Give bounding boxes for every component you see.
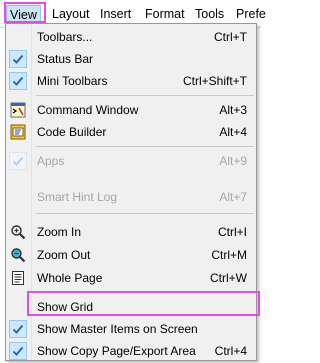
menu-item-toolbars[interactable]: Toolbars... Ctrl+T — [6, 26, 256, 48]
zoom-in-icon — [10, 224, 26, 240]
menu-layout[interactable]: Layout — [52, 5, 90, 23]
menu-item-mini-toolbars[interactable]: Mini Toolbars Ctrl+Shift+T — [6, 70, 256, 92]
menu-item-label: Status Bar — [37, 52, 94, 66]
menu-item-shortcut: Ctrl+M — [211, 248, 247, 262]
menu-item-label: Show Copy Page/Export Area — [37, 344, 196, 358]
checkmark-icon — [9, 320, 27, 338]
menu-item-shortcut: Alt+9 — [219, 154, 247, 168]
menu-item-show-master-items[interactable]: Show Master Items on Screen — [6, 318, 256, 340]
menu-item-label: Whole Page — [37, 271, 103, 285]
menu-item-label: Command Window — [37, 103, 139, 117]
menu-item-show-copy-page-export-area[interactable]: Show Copy Page/Export Area Ctrl+4 — [6, 340, 256, 362]
menu-insert[interactable]: Insert — [100, 5, 131, 23]
zoom-out-icon — [10, 247, 26, 263]
menu-item-shortcut: Ctrl+W — [210, 271, 247, 285]
menu-item-label: Code Builder — [37, 125, 107, 139]
menu-item-apps: Apps Alt+9 — [6, 150, 256, 172]
show-grid-highlight-box — [27, 291, 260, 316]
checkmark-icon — [9, 152, 27, 170]
checkmark-icon — [9, 72, 27, 90]
menu-item-shortcut: Ctrl+I — [217, 225, 247, 239]
code-builder-icon — [10, 124, 26, 140]
menu-item-shortcut: Alt+3 — [219, 103, 247, 117]
menu-item-shortcut: Alt+4 — [219, 125, 247, 139]
menu-item-smart-hint-log: Smart Hint Log Alt+7 — [6, 186, 256, 208]
menu-item-label: Zoom Out — [37, 248, 91, 262]
menu-item-status-bar[interactable]: Status Bar — [6, 48, 256, 70]
menu-format[interactable]: Format — [145, 5, 185, 23]
view-highlight-box — [4, 2, 46, 23]
menu-item-label: Toolbars... — [37, 30, 93, 44]
menu-separator — [36, 213, 254, 214]
menu-item-shortcut: Ctrl+Shift+T — [182, 74, 247, 88]
menu-item-zoom-out[interactable]: Zoom Out Ctrl+M — [6, 244, 256, 266]
menu-item-label: Apps — [37, 154, 65, 168]
menu-item-label: Mini Toolbars — [37, 74, 108, 88]
menu-item-code-builder[interactable]: Code Builder Alt+4 — [6, 121, 256, 143]
menu-item-shortcut: Ctrl+T — [214, 30, 247, 44]
checkmark-icon — [9, 50, 27, 68]
menu-item-label: Smart Hint Log — [37, 190, 118, 204]
menu-separator — [36, 95, 254, 96]
menu-tools[interactable]: Tools — [195, 5, 224, 23]
menu-separator — [36, 146, 254, 147]
whole-page-icon — [10, 270, 26, 286]
menu-item-label: Zoom In — [37, 225, 82, 239]
menu-item-shortcut: Ctrl+4 — [214, 344, 247, 358]
menu-preferences[interactable]: Prefe — [236, 5, 266, 23]
menu-item-command-window[interactable]: Command Window Alt+3 — [6, 99, 256, 121]
command-window-icon — [10, 102, 26, 118]
checkmark-icon — [9, 342, 27, 360]
menu-item-zoom-in[interactable]: Zoom In Ctrl+I — [6, 221, 256, 243]
menu-item-label: Show Master Items on Screen — [37, 322, 198, 336]
menu-item-shortcut: Alt+7 — [219, 190, 247, 204]
menu-item-whole-page[interactable]: Whole Page Ctrl+W — [6, 267, 256, 289]
